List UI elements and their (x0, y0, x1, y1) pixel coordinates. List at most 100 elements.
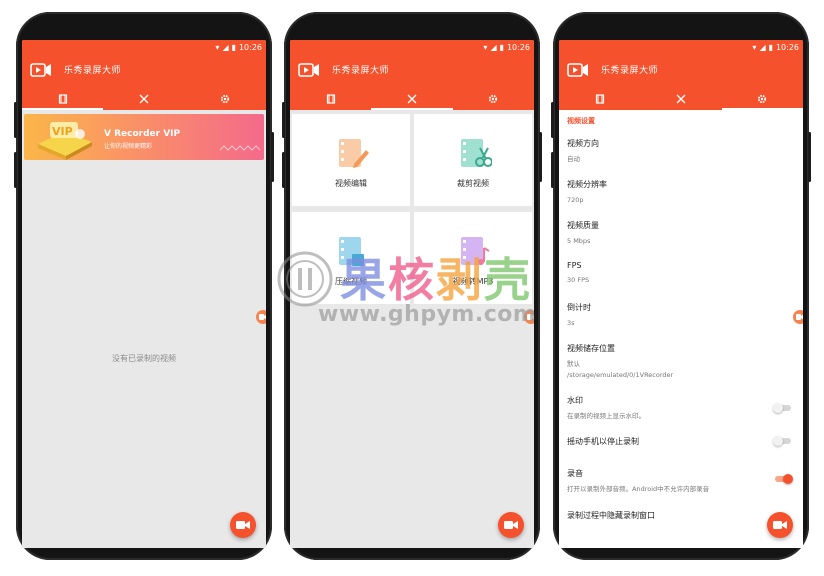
app-title: 乐秀录屏大师 (64, 66, 122, 76)
wifi-icon: ▾ (215, 43, 220, 52)
tab-bar (22, 88, 266, 110)
setting-title: FPS (567, 261, 582, 270)
vip-title: V Recorder VIP (104, 129, 181, 139)
tool-card-video-edit[interactable]: 视频编辑 (292, 114, 410, 206)
screen-video-list: ▾ ◢ ▮ 10:26 乐秀录屏大师 VIP V Recorder VIP 让你… (22, 40, 266, 548)
app-title: 乐秀录屏大师 (601, 66, 659, 76)
status-bar: ▾ ◢ ▮ 10:26 (290, 40, 534, 56)
tools-content: 视频编辑 裁剪视频 压缩视频 视频转MP3 (290, 110, 534, 548)
camera-icon (527, 314, 534, 320)
tab-tools[interactable] (640, 88, 721, 110)
record-fab[interactable] (767, 512, 793, 538)
setting-hide-window[interactable]: 录制过程中隐藏录制窗口 (567, 510, 795, 521)
video-camera-icon (236, 521, 250, 529)
setting-title: 录音 (567, 469, 583, 478)
tool-card-video-trim[interactable]: 裁剪视频 (414, 114, 532, 206)
battery-icon: ▮ (499, 43, 504, 52)
floating-record-bubble[interactable] (256, 310, 266, 324)
setting-watermark[interactable]: 水印 在录制的视频上显示水印。 (567, 395, 795, 421)
tab-settings[interactable] (721, 88, 803, 110)
setting-path: /storage/emulated/0/1VRecorder (567, 371, 674, 379)
vip-subtitle: 让你的视频更精彩 (104, 143, 153, 150)
tool-label: 裁剪视频 (457, 179, 489, 188)
app-logo-icon (30, 63, 51, 77)
tool-card-video-compress[interactable]: 压缩视频 (292, 212, 410, 304)
status-bar: ▾ ◢ ▮ 10:26 (559, 40, 803, 56)
vip-banner[interactable]: VIP V Recorder VIP 让你的视频更精彩 (24, 114, 264, 160)
video-list-icon (595, 94, 604, 104)
setting-video-quality[interactable]: 视频质量 5 Mbps (567, 220, 795, 246)
floating-record-bubble[interactable] (524, 310, 534, 324)
clock: 10:26 (775, 43, 799, 52)
setting-title: 视频储存位置 (567, 344, 615, 353)
setting-value: 720p (567, 196, 584, 204)
tools-icon (676, 94, 686, 104)
shake-stop-toggle[interactable] (773, 436, 791, 446)
status-bar: ▾ ◢ ▮ 10:26 (22, 40, 266, 56)
record-audio-toggle[interactable] (775, 474, 793, 484)
tool-card-video-to-mp3[interactable]: 视频转MP3 (414, 212, 532, 304)
signal-icon: ◢ (222, 43, 229, 52)
record-fab[interactable] (230, 512, 256, 538)
clock: 10:26 (238, 43, 262, 52)
record-fab[interactable] (498, 512, 524, 538)
tool-label: 视频转MP3 (452, 277, 494, 286)
tab-bar (290, 88, 534, 110)
video-edit-icon (339, 139, 369, 168)
tab-tools[interactable] (103, 88, 184, 110)
setting-title: 视频分辨率 (567, 180, 607, 189)
phone-frame-3: ▾ ◢ ▮ 10:26 乐秀录屏大师 视频设置 视频方向 自动 视频分辨率 72… (551, 12, 811, 560)
setting-shake-to-stop[interactable]: 摇动手机以停止录制 (567, 436, 795, 447)
app-logo-icon (298, 63, 319, 77)
battery-icon: ▮ (231, 43, 236, 52)
app-title: 乐秀录屏大师 (332, 66, 390, 76)
app-bar: 乐秀录屏大师 (559, 56, 803, 110)
setting-title: 视频方向 (567, 139, 599, 148)
video-to-mp3-icon (461, 237, 490, 265)
setting-title: 摇动手机以停止录制 (567, 437, 639, 446)
setting-value: 5 Mbps (567, 237, 591, 245)
setting-title: 水印 (567, 396, 583, 405)
tab-settings[interactable] (185, 88, 266, 110)
clock: 10:26 (506, 43, 530, 52)
tab-videos[interactable] (22, 88, 104, 110)
tab-settings[interactable] (453, 88, 534, 110)
gear-icon (758, 94, 767, 104)
video-list-icon (58, 94, 67, 104)
tab-videos[interactable] (559, 88, 640, 110)
tool-label: 视频编辑 (335, 179, 367, 188)
watermark-toggle[interactable] (773, 403, 791, 413)
camera-icon (259, 314, 266, 320)
setting-video-resolution[interactable]: 视频分辨率 720p (567, 179, 795, 205)
gear-icon (489, 94, 498, 104)
wifi-icon: ▾ (752, 43, 757, 52)
setting-storage-location[interactable]: 视频储存位置 默认 /storage/emulated/0/1VRecorder (567, 343, 795, 380)
app-bar: 乐秀录屏大师 (290, 56, 534, 110)
setting-description: 打开以录制外部音频。Android中不允许内部录音 (567, 485, 710, 493)
phone-frame-1: ▾ ◢ ▮ 10:26 乐秀录屏大师 VIP V Recorder VIP 让你… (14, 12, 274, 560)
vip-illustration: VIP (38, 122, 92, 160)
wifi-icon: ▾ (483, 43, 488, 52)
zigzag-decoration (220, 145, 260, 151)
tab-bar (559, 88, 803, 110)
tool-label: 压缩视频 (335, 277, 367, 286)
floating-record-bubble[interactable] (793, 310, 803, 324)
setting-record-audio[interactable]: 录音 打开以录制外部音频。Android中不允许内部录音 (567, 468, 795, 494)
setting-value: 默认 (567, 360, 580, 368)
tab-videos[interactable] (290, 88, 371, 110)
video-list-content: VIP V Recorder VIP 让你的视频更精彩 没有已录制的视频 (22, 110, 266, 548)
app-logo-icon (567, 63, 588, 77)
setting-video-orientation[interactable]: 视频方向 自动 (567, 138, 795, 164)
setting-fps[interactable]: FPS 30 FPS (567, 261, 795, 285)
tab-tools[interactable] (371, 88, 453, 110)
setting-countdown[interactable]: 倒计时 3s (567, 302, 795, 328)
video-trim-icon (461, 139, 492, 167)
app-bar: 乐秀录屏大师 (22, 56, 266, 110)
setting-value: 自动 (567, 155, 580, 163)
gear-icon (221, 94, 230, 104)
phone-frame-2: ▾ ◢ ▮ 10:26 乐秀录屏大师 视频编辑 裁剪视频 压缩视频 视频转MP3 (282, 12, 542, 560)
video-list-icon (326, 94, 335, 104)
settings-list: 视频设置 视频方向 自动 视频分辨率 720p 视频质量 5 Mbps FPS … (559, 110, 803, 548)
empty-state-text: 没有已录制的视频 (112, 354, 176, 363)
setting-title: 录制过程中隐藏录制窗口 (567, 511, 655, 520)
